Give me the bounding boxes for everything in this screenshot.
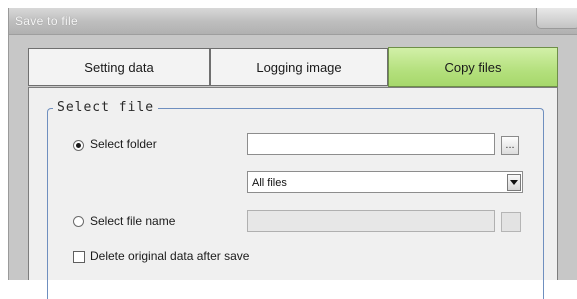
window-control-button[interactable]	[536, 8, 577, 29]
tab-copy-files[interactable]: Copy files	[388, 47, 558, 87]
file-filter-dropdown[interactable]: All files	[247, 171, 523, 193]
dropdown-arrow-icon[interactable]	[507, 174, 521, 191]
select-file-name-radio[interactable]	[73, 216, 84, 227]
select-folder-radio[interactable]	[73, 140, 84, 151]
title-bar: Save to file	[9, 8, 577, 35]
delete-after-save-checkbox[interactable]	[73, 251, 85, 263]
select-file-legend: Select file	[53, 100, 159, 115]
tab-strip: Setting data Logging image Copy files	[28, 47, 558, 88]
folder-path-input[interactable]	[247, 133, 495, 155]
file-filter-value: All files	[252, 177, 287, 189]
tab-logging-image[interactable]: Logging image	[210, 48, 388, 86]
browse-folder-button[interactable]: ...	[501, 136, 519, 155]
radio-selected-dot	[76, 143, 81, 148]
file-name-input	[247, 210, 495, 232]
tab-panel: Select file Select folder ... All files …	[28, 87, 558, 299]
select-file-name-label: Select file name	[90, 214, 176, 228]
delete-after-save-label: Delete original data after save	[90, 249, 250, 263]
window-title: Save to file	[15, 14, 78, 28]
browse-file-button	[501, 212, 521, 232]
select-folder-label: Select folder	[90, 137, 157, 151]
tab-setting-data[interactable]: Setting data	[28, 48, 210, 86]
